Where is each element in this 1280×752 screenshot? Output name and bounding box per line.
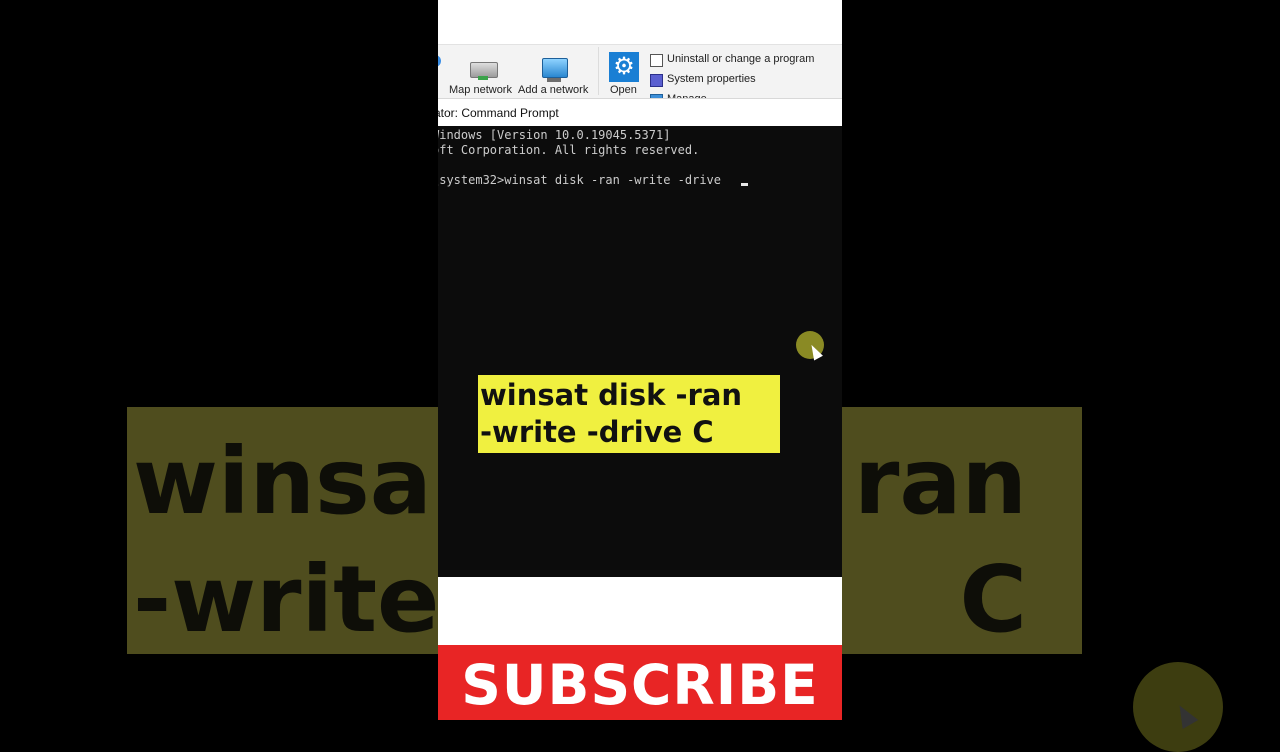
subscribe-banner[interactable]: SUBSCRIBE [438,645,842,720]
manage-link[interactable]: Manage [667,91,707,98]
command-prompt-titlebar[interactable]: ator: Command Prompt [438,98,842,126]
console-version-line: Windows [Version 10.0.19045.5371] [438,128,671,142]
console-prompt: \system32> [438,173,505,187]
system-properties-icon [650,74,663,87]
console-copyright-line: oft Corporation. All rights reserved. [438,143,700,157]
bg-line2-left: -write [133,546,440,653]
add-network-location-icon [542,58,568,82]
partial-icon [438,55,441,67]
explorer-ribbon: s Map network Add a network ⚙ Open Unins… [438,44,842,100]
system-properties-link[interactable]: System properties [667,73,756,85]
console-input-line: \system32>winsat disk -ran -write -drive [438,173,728,187]
settings-gear-icon[interactable]: ⚙ [609,52,639,82]
bottom-blank-area [438,577,842,645]
bg-line2-right: C [959,546,1027,653]
uninstall-program-link[interactable]: Uninstall or change a program [667,53,814,65]
text-cursor [741,183,748,186]
map-network-button[interactable]: Map network [449,84,512,96]
caption-line-2: -write -drive C [480,415,714,449]
window-title: ator: Command Prompt [438,106,559,120]
command-prompt-console[interactable]: Windows [Version 10.0.19045.5371] oft Co… [438,126,842,577]
bg-line1-left: winsa [133,428,432,535]
top-blank-area [438,0,842,44]
bg-line1-right: ran [854,428,1027,535]
caption-line-1: winsat disk -ran [480,378,743,412]
uninstall-icon [650,54,663,67]
ribbon-divider [598,47,599,95]
add-network-button[interactable]: Add a network [518,84,588,96]
open-settings-button[interactable]: Open [610,84,637,96]
map-network-drive-icon [470,62,498,80]
console-command: winsat disk -ran -write -drive [504,173,729,187]
command-caption-overlay: winsat disk -ran -write -drive C [478,375,780,453]
video-frame: s Map network Add a network ⚙ Open Unins… [438,0,842,720]
